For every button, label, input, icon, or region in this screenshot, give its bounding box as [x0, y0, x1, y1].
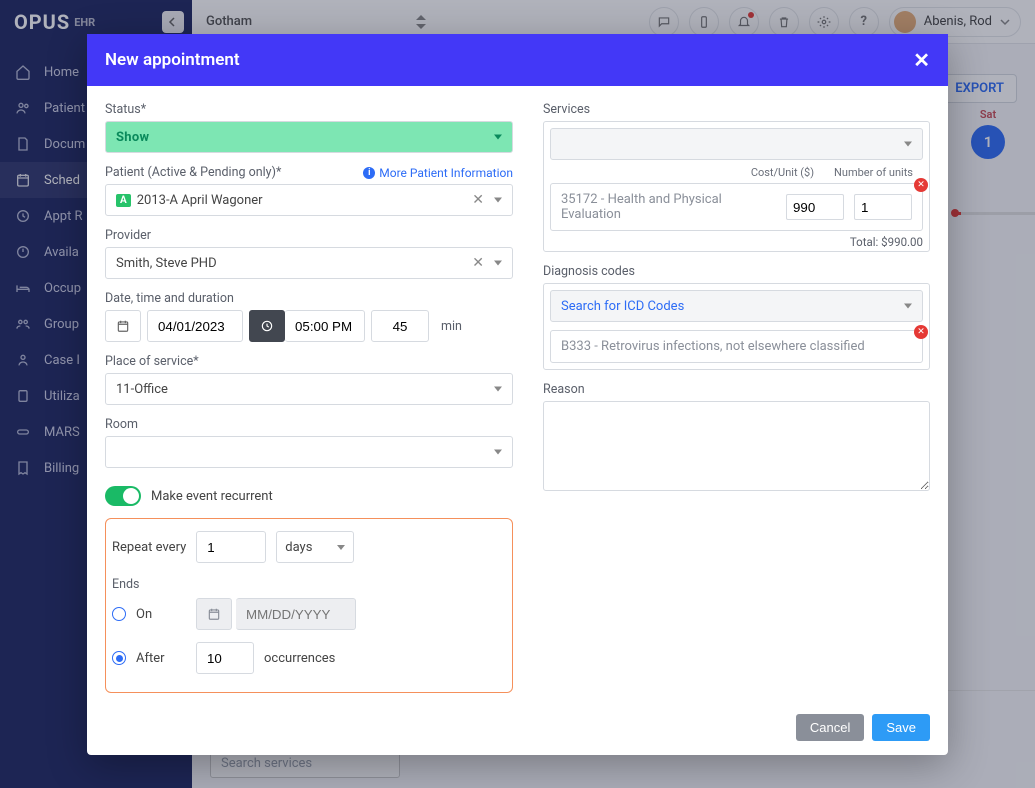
modal-title: New appointment: [105, 50, 240, 70]
ends-after-n-input[interactable]: [196, 642, 254, 674]
cost-label: Cost/Unit ($): [751, 166, 814, 179]
services-group: Services Cost/Unit ($) Number of units 3…: [543, 102, 930, 252]
units-label: Number of units: [834, 166, 913, 179]
services-total: Total: $990.00: [550, 235, 923, 249]
status-value: Show: [116, 130, 149, 145]
service-cost-input[interactable]: [786, 194, 844, 220]
reason-label: Reason: [543, 382, 930, 397]
more-patient-label: More Patient Information: [379, 166, 513, 180]
date-picker-button[interactable]: [105, 310, 141, 342]
patient-badge: A: [116, 194, 131, 207]
recurrent-toggle[interactable]: [105, 486, 141, 506]
provider-group: Provider Smith, Steve PHD ✕: [105, 228, 513, 279]
pos-value: 11-Office: [116, 382, 168, 397]
remove-diagnosis-button[interactable]: ✕: [914, 325, 928, 339]
patient-value: 2013-A April Wagoner: [137, 193, 263, 208]
more-patient-link[interactable]: i More Patient Information: [363, 166, 513, 180]
service-units-input[interactable]: [854, 194, 912, 220]
ends-label: Ends: [112, 577, 502, 592]
repeat-unit-value: days: [285, 540, 312, 555]
ends-after-label: After: [136, 651, 186, 666]
reason-textarea[interactable]: [543, 401, 930, 491]
status-label: Status*: [105, 102, 513, 117]
ends-after-radio[interactable]: [112, 651, 126, 665]
pos-group: Place of service* 11-Office: [105, 354, 513, 405]
calendar-icon: [207, 607, 221, 621]
time-input[interactable]: [285, 310, 365, 342]
ends-on-date-btn[interactable]: [196, 598, 232, 630]
repeat-label: Repeat every: [112, 540, 186, 555]
duration-unit: min: [441, 319, 462, 334]
diagnosis-name: B333 - Retrovirus infections, not elsewh…: [561, 339, 865, 354]
recurrent-label: Make event recurrent: [151, 489, 273, 504]
repeat-unit-select[interactable]: days: [276, 531, 354, 563]
repeat-n-input[interactable]: [196, 531, 266, 563]
info-icon: i: [363, 167, 375, 179]
reason-group: Reason: [543, 382, 930, 495]
patient-label: Patient (Active & Pending only)*: [105, 165, 281, 180]
clear-patient-button[interactable]: ✕: [472, 192, 484, 208]
datetime-label: Date, time and duration: [105, 291, 513, 306]
date-input[interactable]: [147, 310, 243, 342]
time-picker-button[interactable]: [249, 310, 285, 342]
modal-body: Status* Show Patient (Active & Pending o…: [87, 86, 948, 704]
services-label: Services: [543, 102, 930, 117]
status-group: Status* Show: [105, 102, 513, 153]
modal-header: New appointment ✕: [87, 34, 948, 86]
service-name: 35172 - Health and Physical Evaluation: [561, 192, 776, 222]
modal-right-column: Services Cost/Unit ($) Number of units 3…: [543, 102, 930, 688]
modal-left-column: Status* Show Patient (Active & Pending o…: [105, 102, 513, 688]
status-select[interactable]: Show: [105, 121, 513, 153]
room-label: Room: [105, 417, 513, 432]
diagnosis-line-item: B333 - Retrovirus infections, not elsewh…: [550, 330, 923, 363]
patient-group: Patient (Active & Pending only)* i More …: [105, 165, 513, 216]
duration-input[interactable]: [371, 310, 429, 342]
ends-after-unit: occurrences: [264, 651, 335, 666]
service-line-item: 35172 - Health and Physical Evaluation ✕: [550, 183, 923, 231]
modal-close-button[interactable]: ✕: [913, 48, 930, 72]
provider-combo[interactable]: Smith, Steve PHD ✕: [105, 247, 513, 279]
datetime-group: Date, time and duration min: [105, 291, 513, 342]
ends-on-label: On: [136, 607, 186, 622]
diagnosis-search-placeholder: Search for ICD Codes: [561, 299, 684, 314]
calendar-icon: [116, 319, 130, 333]
clear-provider-button[interactable]: ✕: [472, 255, 484, 271]
cancel-button[interactable]: Cancel: [796, 714, 864, 741]
recurrent-toggle-row: Make event recurrent: [105, 486, 513, 506]
pos-label: Place of service*: [105, 354, 513, 369]
save-button[interactable]: Save: [872, 714, 930, 741]
provider-value: Smith, Steve PHD: [116, 256, 217, 271]
pos-select[interactable]: 11-Office: [105, 373, 513, 405]
ends-on-date-input: [236, 598, 356, 630]
remove-service-button[interactable]: ✕: [914, 178, 928, 192]
room-group: Room: [105, 417, 513, 468]
provider-label: Provider: [105, 228, 513, 243]
diagnosis-group: Diagnosis codes Search for ICD Codes B33…: [543, 264, 930, 370]
ends-on-radio[interactable]: [112, 607, 126, 621]
diagnosis-label: Diagnosis codes: [543, 264, 930, 279]
clock-icon: [260, 319, 274, 333]
services-col-labels: Cost/Unit ($) Number of units: [550, 166, 913, 179]
new-appointment-modal: New appointment ✕ Status* Show Patient (…: [87, 34, 948, 755]
diagnosis-search-combo[interactable]: Search for ICD Codes: [550, 290, 923, 322]
room-select[interactable]: [105, 436, 513, 468]
recurrence-panel: Repeat every days Ends On After occurren…: [105, 518, 513, 693]
patient-combo[interactable]: A 2013-A April Wagoner ✕: [105, 184, 513, 216]
modal-footer: Cancel Save: [87, 704, 948, 755]
services-combo[interactable]: [550, 128, 923, 160]
